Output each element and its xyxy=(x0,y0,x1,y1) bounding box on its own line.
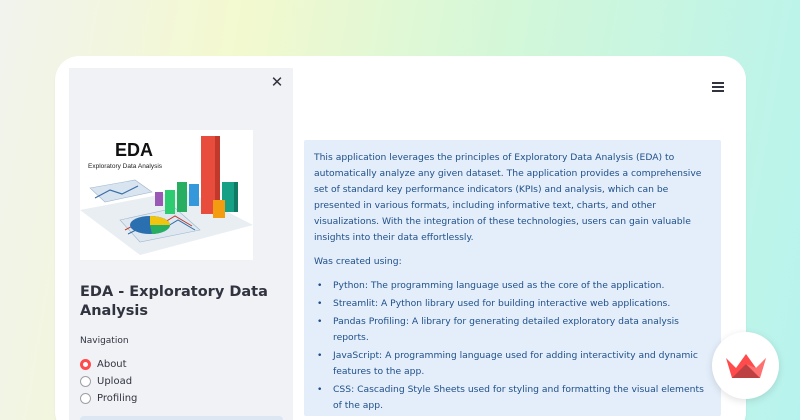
eda-logo-image: EDA Exploratory Data Analysis xyxy=(80,130,253,260)
streamlit-crown-icon xyxy=(726,354,766,378)
list-item: CSS: Cascading Style Sheets used for sty… xyxy=(314,382,711,414)
nav-option-about[interactable]: About xyxy=(80,356,137,373)
nav-option-label: About xyxy=(97,359,127,370)
nav-option-label: Profiling xyxy=(97,393,138,404)
logo-heading: EDA xyxy=(115,140,153,160)
technologies-list: Python: The programming language used as… xyxy=(314,278,711,414)
radio-selected-icon[interactable] xyxy=(80,359,91,370)
streamlit-badge[interactable] xyxy=(712,332,779,399)
main-menu-button[interactable] xyxy=(712,82,724,92)
created-using-label: Was created using: xyxy=(314,256,402,267)
list-item: Streamlit: A Python library used for bui… xyxy=(314,296,711,312)
app-title: EDA - Exploratory Data Analysis xyxy=(80,284,268,319)
list-item: Python: The programming language used as… xyxy=(314,278,711,294)
nav-option-label: Upload xyxy=(97,376,133,387)
list-item: JavaScript: A programming language used … xyxy=(314,348,711,380)
radio-unselected-icon[interactable] xyxy=(80,393,91,404)
nav-option-profiling[interactable]: Profiling xyxy=(80,390,137,407)
logo-subheading: Exploratory Data Analysis xyxy=(88,163,163,170)
close-sidebar-button[interactable]: ✕ xyxy=(269,74,285,90)
close-icon: ✕ xyxy=(270,73,284,91)
sidebar-info-box xyxy=(80,416,283,420)
nav-option-upload[interactable]: Upload xyxy=(80,373,137,390)
app-window: ✕ EDA Exploratory Data Analysis EDA - Ex… xyxy=(69,68,746,420)
device-frame: ✕ EDA Exploratory Data Analysis EDA - Ex… xyxy=(55,56,746,420)
about-info-box: This application leverages the principle… xyxy=(304,140,721,416)
sidebar: ✕ EDA Exploratory Data Analysis EDA - Ex… xyxy=(69,68,293,420)
list-item: Pandas Profiling: A library for generati… xyxy=(314,314,711,346)
radio-unselected-icon[interactable] xyxy=(80,376,91,387)
hamburger-menu-icon xyxy=(712,82,724,84)
navigation-label: Navigation xyxy=(80,336,129,346)
navigation-radio-group: About Upload Profiling xyxy=(80,356,137,407)
intro-text: This application leverages the principle… xyxy=(314,152,702,243)
